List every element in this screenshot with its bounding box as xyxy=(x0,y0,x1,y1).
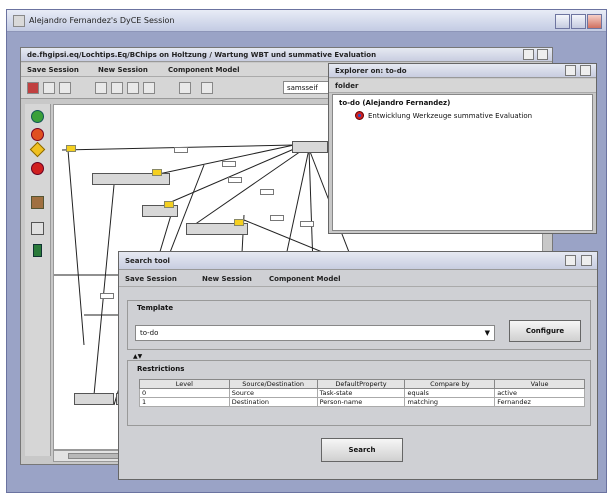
table-cell[interactable]: Source xyxy=(228,388,318,398)
table-row[interactable]: 0 Source Task-state equals active xyxy=(139,388,585,398)
explorer-window: Explorer on: to-do folder to-do (Alejand… xyxy=(328,63,597,234)
explorer-tree: to-do (Alejandro Fernandez) Entwicklung … xyxy=(332,94,593,231)
explorer-float-button[interactable] xyxy=(565,65,576,76)
diagram-node[interactable] xyxy=(74,393,114,405)
layout-icon[interactable] xyxy=(127,82,139,94)
session-float-button[interactable] xyxy=(523,49,534,60)
diamond-icon[interactable] xyxy=(29,141,46,158)
search-button[interactable]: Search xyxy=(321,438,403,462)
explorer-title: Explorer on: to-do xyxy=(335,67,407,75)
explorer-titlebar[interactable]: Explorer on: to-do xyxy=(329,64,596,78)
menu-new-session[interactable]: New Session xyxy=(98,66,148,74)
template-combo[interactable]: to-do ▼ xyxy=(135,325,495,341)
app-icon xyxy=(13,15,25,27)
search-tool-window: Search tool Save Session New Session Com… xyxy=(118,251,598,480)
maximize-button[interactable] xyxy=(571,14,586,29)
edge-label xyxy=(260,189,274,195)
building-icon[interactable] xyxy=(31,222,44,235)
table-cell[interactable]: Task-state xyxy=(316,388,406,398)
document-icon[interactable] xyxy=(179,82,191,94)
menu-component-model[interactable]: Component Model xyxy=(168,66,240,74)
minimize-button[interactable] xyxy=(555,14,570,29)
session-close-button[interactable] xyxy=(537,49,548,60)
edge-label xyxy=(100,293,114,299)
gem-icon[interactable] xyxy=(27,82,39,94)
component-palette xyxy=(25,104,51,456)
tree-item[interactable]: Entwicklung Werkzeuge summative Evaluati… xyxy=(355,111,532,120)
edge-label xyxy=(300,221,314,227)
table-cell[interactable]: Person-name xyxy=(316,397,406,407)
session-title: de.fhgipsi.eq/Lochtips.Eq/BChips on Holt… xyxy=(27,51,377,59)
main-window-title: Alejandro Fernandez's DyCE Session xyxy=(29,16,175,25)
search-title: Search tool xyxy=(125,257,170,265)
grid-icon[interactable] xyxy=(43,82,55,94)
table-cell[interactable]: Destination xyxy=(228,397,318,407)
print-icon[interactable] xyxy=(143,82,155,94)
column-header[interactable]: Value xyxy=(494,379,585,389)
restrictions-table: Level Source/Destination DefaultProperty… xyxy=(139,379,585,407)
search-menubar: Save Session New Session Component Model xyxy=(119,271,597,287)
restrictions-label: Restrictions xyxy=(137,365,185,373)
target-icon[interactable] xyxy=(31,128,44,141)
configure-button[interactable]: Configure xyxy=(509,320,581,342)
split-handle-icon[interactable]: ▲▼ xyxy=(133,353,142,360)
menu-folder[interactable]: folder xyxy=(335,82,358,90)
template-value: to-do xyxy=(140,329,159,337)
chevron-down-icon: ▼ xyxy=(484,329,490,337)
menu-new-session[interactable]: New Session xyxy=(202,275,252,283)
table-cell[interactable]: active xyxy=(494,388,585,398)
explorer-close-button[interactable] xyxy=(580,65,591,76)
column-header[interactable]: Source/Destination xyxy=(228,379,318,389)
menu-component-model[interactable]: Component Model xyxy=(269,275,341,283)
node-tag-icon xyxy=(234,219,244,226)
template-label: Template xyxy=(137,304,174,312)
table-header-row: Level Source/Destination DefaultProperty… xyxy=(139,379,585,389)
table-row[interactable]: 1 Destination Person-name matching Ferna… xyxy=(139,397,585,407)
export-icon[interactable] xyxy=(201,82,213,94)
refresh-icon[interactable] xyxy=(59,82,71,94)
eye-icon[interactable] xyxy=(31,162,44,175)
pointer-icon[interactable] xyxy=(95,82,107,94)
link-icon[interactable] xyxy=(111,82,123,94)
node-tag-icon xyxy=(66,145,76,152)
edge-label xyxy=(228,177,242,183)
table-cell[interactable]: matching xyxy=(404,397,496,407)
diagram-node[interactable] xyxy=(292,141,328,153)
search-close-button[interactable] xyxy=(581,255,592,266)
column-header[interactable]: DefaultProperty xyxy=(316,379,406,389)
table-cell[interactable]: equals xyxy=(404,388,496,398)
person-icon[interactable] xyxy=(33,244,42,257)
session-titlebar[interactable]: de.fhgipsi.eq/Lochtips.Eq/BChips on Holt… xyxy=(21,48,552,62)
main-window-titlebar[interactable]: Alejandro Fernandez's DyCE Session xyxy=(7,10,606,32)
table-cell[interactable]: 1 xyxy=(139,397,230,407)
tree-item-label: Entwicklung Werkzeuge summative Evaluati… xyxy=(368,111,533,120)
table-cell[interactable]: 0 xyxy=(139,388,230,398)
green-circle-icon[interactable] xyxy=(31,110,44,123)
tree-root[interactable]: to-do (Alejandro Fernandez) xyxy=(339,99,450,107)
search-float-button[interactable] xyxy=(565,255,576,266)
search-titlebar[interactable]: Search tool xyxy=(119,252,597,270)
edge-label xyxy=(174,147,188,153)
bag-icon[interactable] xyxy=(31,196,44,209)
column-header[interactable]: Compare by xyxy=(404,379,496,389)
eye-icon xyxy=(355,111,364,120)
node-tag-icon xyxy=(164,201,174,208)
edge-label xyxy=(270,215,284,221)
node-tag-icon xyxy=(152,169,162,176)
desktop: Alejandro Fernandez's DyCE Session de.fh… xyxy=(0,0,613,495)
edge-label xyxy=(222,161,236,167)
menu-save-session[interactable]: Save Session xyxy=(125,275,177,283)
close-button[interactable] xyxy=(587,14,602,29)
table-cell[interactable]: Fernandez xyxy=(494,397,585,407)
menu-save-session[interactable]: Save Session xyxy=(27,66,79,74)
column-header[interactable]: Level xyxy=(139,379,230,389)
explorer-menubar: folder xyxy=(329,79,596,93)
